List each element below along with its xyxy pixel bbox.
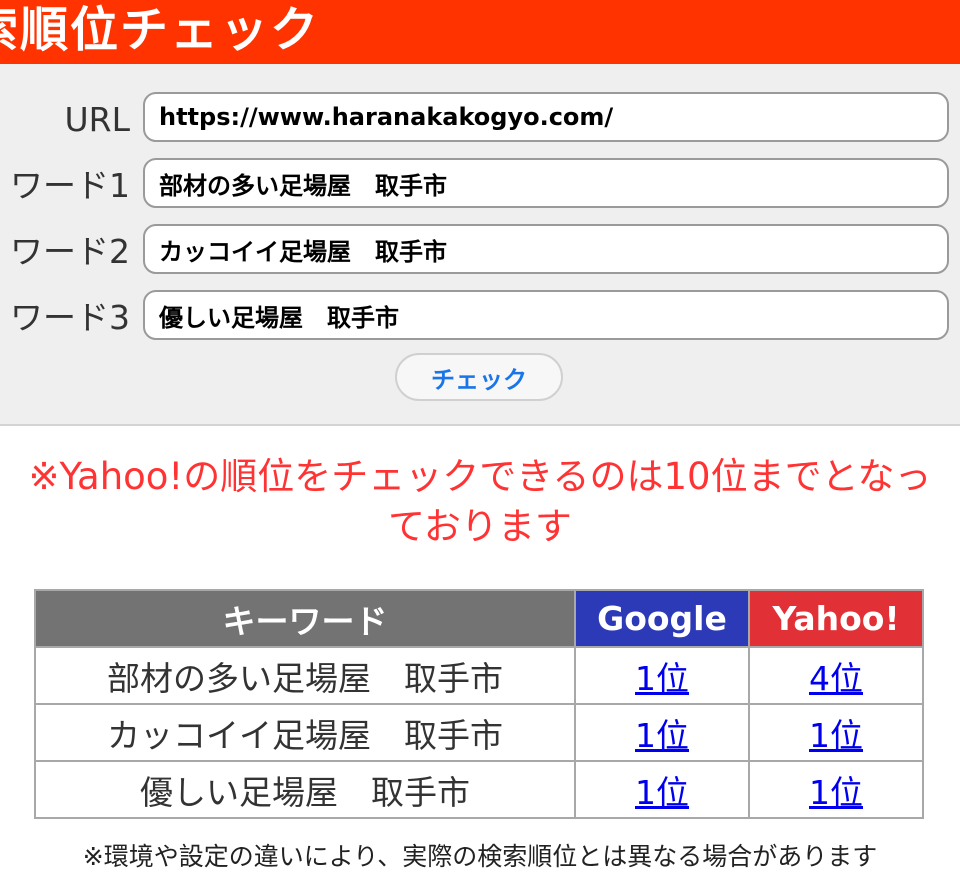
page-title: 索順位チェック [0, 2, 321, 58]
url-label: URL [64, 100, 130, 139]
results-header-row: キーワード Google Yahoo! [34, 589, 924, 648]
keyword-column-header: キーワード [34, 589, 576, 648]
results-table: キーワード Google Yahoo! 部材の多い足場屋 取手市 1位 4位 カ… [34, 589, 924, 819]
yahoo-rank-link[interactable]: 4位 [809, 659, 863, 698]
keyword2-row: ワード2 [0, 224, 960, 280]
yahoo-rank-link[interactable]: 1位 [809, 773, 863, 812]
url-input[interactable] [143, 92, 949, 142]
yahoo-rank-cell: 4位 [748, 646, 924, 705]
keyword-cell: 優しい足場屋 取手市 [34, 760, 576, 819]
keyword2-input[interactable] [143, 224, 949, 274]
yahoo-rank-cell: 1位 [748, 703, 924, 762]
keyword1-row: ワード1 [0, 158, 960, 214]
url-row: URL [0, 92, 960, 148]
google-rank-link[interactable]: 1位 [635, 773, 689, 812]
disclaimer-text: ※環境や設定の違いにより、実際の検索順位とは異なる場合があります [82, 842, 878, 871]
keyword3-label: ワード3 [10, 298, 130, 337]
notice-line-2: ております [388, 505, 572, 548]
yahoo-rank-cell: 1位 [748, 760, 924, 819]
google-rank-cell: 1位 [574, 703, 750, 762]
google-rank-cell: 1位 [574, 760, 750, 819]
keyword1-input[interactable] [143, 158, 949, 208]
keyword3-row: ワード3 [0, 290, 960, 346]
keyword1-label: ワード1 [10, 166, 130, 205]
table-row: カッコイイ足場屋 取手市 1位 1位 [34, 703, 924, 762]
page: 索順位チェック URL ワード1 ワード2 ワード3 チェック ※Yahoo!の… [0, 0, 960, 879]
google-rank-cell: 1位 [574, 646, 750, 705]
yahoo-column-header: Yahoo! [748, 589, 924, 648]
header-bar: 索順位チェック [0, 0, 960, 64]
notice-line-1: ※Yahoo!の順位をチェックできるのは10位までとなっ [28, 455, 932, 498]
check-button[interactable]: チェック [395, 353, 563, 401]
google-column-header: Google [574, 589, 750, 648]
yahoo-limit-notice: ※Yahoo!の順位をチェックできるのは10位までとなっ ております [0, 452, 960, 552]
yahoo-rank-link[interactable]: 1位 [809, 716, 863, 755]
google-rank-link[interactable]: 1位 [635, 716, 689, 755]
keyword2-label: ワード2 [10, 232, 130, 271]
google-rank-link[interactable]: 1位 [635, 659, 689, 698]
table-row: 優しい足場屋 取手市 1位 1位 [34, 760, 924, 819]
table-row: 部材の多い足場屋 取手市 1位 4位 [34, 646, 924, 705]
keyword-cell: カッコイイ足場屋 取手市 [34, 703, 576, 762]
keyword3-input[interactable] [143, 290, 949, 340]
keyword-cell: 部材の多い足場屋 取手市 [34, 646, 576, 705]
search-form: URL ワード1 ワード2 ワード3 チェック [0, 64, 960, 426]
